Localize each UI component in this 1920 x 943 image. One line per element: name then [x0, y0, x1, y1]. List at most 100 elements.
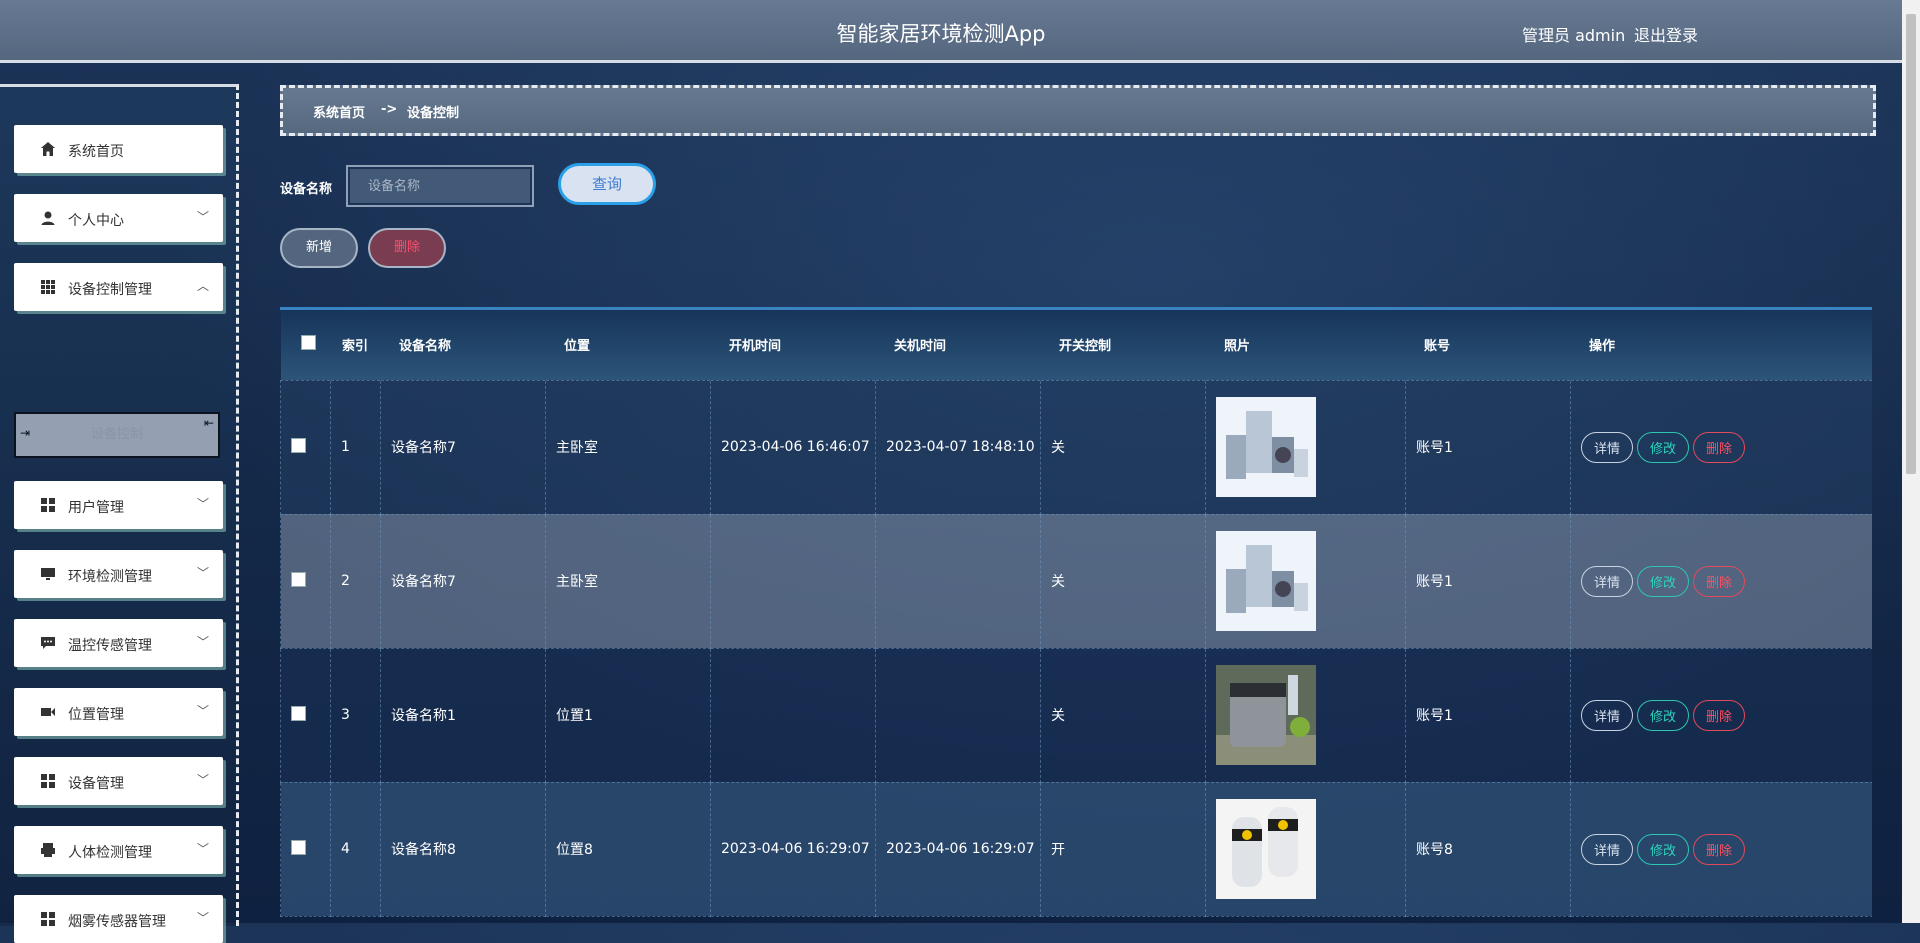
sidebar: 系统首页 个人中心 ﹀ 设备控制管理 ︿ ⇥ 设备控制 ⇤ 用户管理 ﹀ 环境检…: [0, 84, 239, 943]
device-name-search-input[interactable]: [346, 165, 534, 207]
col-power-off-time: 关机时间: [894, 339, 947, 355]
cell-location: 位置8: [545, 781, 711, 917]
chevron-down-icon: ﹀: [196, 635, 209, 649]
sidebar-item-label: 用户管理: [68, 500, 124, 516]
detail-button[interactable]: 详情: [1581, 431, 1634, 463]
printer-icon: [41, 843, 55, 857]
chevron-up-icon: ︿: [196, 279, 209, 293]
col-device-name: 设备名称: [399, 339, 452, 355]
delete-button[interactable]: 删除: [1693, 431, 1746, 463]
apps-icon: [41, 774, 55, 788]
cell-power-on-time: 2023-04-06 16:29:07: [710, 781, 876, 917]
sidebar-item-device-control[interactable]: 设备控制管理 ︿: [14, 263, 223, 311]
chevron-down-icon: ﹀: [196, 210, 209, 224]
device-photo[interactable]: [1216, 665, 1316, 765]
breadcrumb-separator: ->: [381, 102, 398, 117]
edit-button[interactable]: 修改: [1637, 431, 1690, 463]
sidebar-item-devices[interactable]: 设备管理 ﹀: [14, 757, 223, 805]
sidebar-item-temp-sensor[interactable]: 温控传感管理 ﹀: [14, 619, 223, 667]
cell-switch: 关: [1040, 513, 1206, 649]
table-row: 3 设备名称1 位置1 关 账号1 详情 修改 删除: [280, 647, 1872, 783]
cell-index: 1: [330, 379, 381, 515]
detail-button[interactable]: 详情: [1581, 565, 1634, 597]
edit-button[interactable]: 修改: [1637, 699, 1690, 731]
cell-location: 位置1: [545, 647, 711, 783]
sidebar-item-smoke-sensor[interactable]: 烟雾传感器管理 ﹀: [14, 895, 223, 943]
cell-power-off-time: [875, 647, 1041, 783]
col-actions: 操作: [1589, 339, 1616, 355]
batch-delete-button[interactable]: 删除: [368, 228, 446, 268]
delete-button[interactable]: 删除: [1693, 833, 1746, 865]
top-header: 智能家居环境检测App 管理员 admin 退出登录: [0, 0, 1902, 63]
sidebar-item-label: 设备管理: [68, 776, 124, 792]
cell-power-on-time: [710, 647, 876, 783]
select-all-checkbox[interactable]: [300, 335, 316, 351]
cell-power-off-time: 2023-04-07 18:48:10: [875, 379, 1041, 515]
delete-button[interactable]: 删除: [1693, 565, 1746, 597]
scrollbar-thumb[interactable]: [1906, 14, 1916, 474]
detail-button[interactable]: 详情: [1581, 833, 1634, 865]
sidebar-item-label: 个人中心: [68, 213, 124, 229]
edit-button[interactable]: 修改: [1637, 565, 1690, 597]
add-button[interactable]: 新增: [280, 228, 358, 268]
table-row: 4 设备名称8 位置8 2023-04-06 16:29:07 2023-04-…: [280, 781, 1872, 917]
breadcrumb-home[interactable]: 系统首页: [313, 102, 365, 121]
cell-device-name: 设备名称1: [380, 647, 546, 783]
page-scrollbar[interactable]: [1902, 0, 1920, 923]
cell-device-name: 设备名称8: [380, 781, 546, 917]
row-checkbox[interactable]: [291, 705, 306, 721]
camera-icon: [41, 708, 55, 716]
cell-account: 账号1: [1405, 513, 1571, 649]
sidebar-item-body-detect[interactable]: 人体检测管理 ﹀: [14, 826, 223, 874]
cell-power-off-time: [875, 513, 1041, 649]
sidebar-item-profile[interactable]: 个人中心 ﹀: [14, 194, 223, 242]
cell-power-on-time: [710, 513, 876, 649]
cell-location: 主卧室: [545, 379, 711, 515]
edit-button[interactable]: 修改: [1637, 833, 1690, 865]
sidebar-item-label: 人体检测管理: [68, 845, 152, 861]
cell-account: 账号1: [1405, 379, 1571, 515]
monitor-icon: [41, 568, 55, 580]
query-button[interactable]: 查询: [558, 163, 656, 205]
sidebar-subitem-device-control[interactable]: ⇥ 设备控制 ⇤: [14, 412, 220, 458]
arrow-icon: ⇥: [20, 426, 31, 440]
device-photo[interactable]: [1216, 397, 1316, 497]
logout-link[interactable]: 退出登录: [1634, 22, 1698, 46]
sidebar-subitem-label: 设备控制: [90, 427, 143, 442]
sidebar-item-location[interactable]: 位置管理 ﹀: [14, 688, 223, 736]
sidebar-item-users[interactable]: 用户管理 ﹀: [14, 481, 223, 529]
sidebar-item-label: 位置管理: [68, 707, 124, 723]
row-checkbox[interactable]: [291, 839, 306, 855]
breadcrumb: 系统首页 -> 设备控制: [280, 85, 1876, 136]
device-photo[interactable]: [1216, 799, 1316, 899]
cell-account: 账号8: [1405, 781, 1571, 917]
chevron-down-icon: ﹀: [196, 566, 209, 580]
grid-icon: [41, 280, 55, 294]
delete-button[interactable]: 删除: [1693, 699, 1746, 731]
chevron-down-icon: ﹀: [196, 773, 209, 787]
cell-index: 4: [330, 781, 381, 917]
sidebar-item-label: 温控传感管理: [68, 638, 152, 654]
detail-button[interactable]: 详情: [1581, 699, 1634, 731]
cell-power-off-time: 2023-04-06 16:29:07: [875, 781, 1041, 917]
table-header-row: 索引 设备名称 位置 开机时间 关机时间 开关控制 照片 账号 操作: [280, 310, 1872, 380]
sidebar-item-label: 系统首页: [68, 144, 124, 160]
row-checkbox[interactable]: [291, 571, 306, 587]
home-icon: [41, 142, 55, 156]
breadcrumb-current: 设备控制: [407, 106, 460, 121]
device-photo[interactable]: [1216, 531, 1316, 631]
cell-device-name: 设备名称7: [380, 513, 546, 649]
cell-location: 主卧室: [545, 513, 711, 649]
cell-account: 账号1: [1405, 647, 1571, 783]
col-account: 账号: [1424, 339, 1451, 355]
col-switch-control: 开关控制: [1059, 339, 1112, 355]
row-checkbox[interactable]: [291, 437, 306, 453]
chevron-down-icon: ﹀: [196, 911, 209, 925]
sidebar-item-home[interactable]: 系统首页: [14, 125, 223, 173]
arrow-icon: ⇤: [203, 416, 214, 430]
apps-icon: [41, 912, 55, 926]
search-label: 设备名称: [280, 182, 333, 197]
sidebar-item-env-detect[interactable]: 环境检测管理 ﹀: [14, 550, 223, 598]
cell-power-on-time: 2023-04-06 16:46:07: [710, 379, 876, 515]
col-power-on-time: 开机时间: [729, 339, 782, 355]
